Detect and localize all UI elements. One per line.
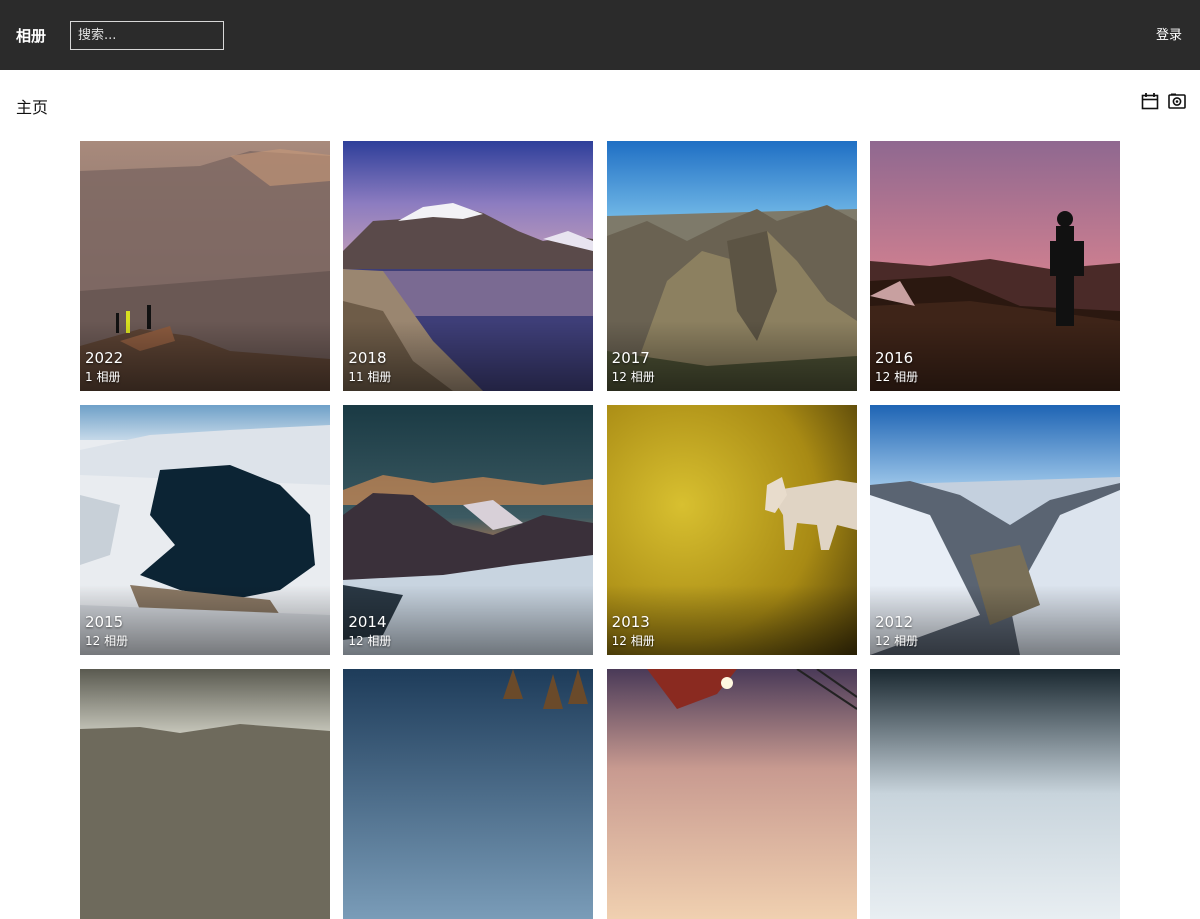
search-input[interactable] (70, 20, 224, 50)
album-year: 2016 (874, 349, 914, 367)
album-year: 2013 (611, 613, 650, 631)
album-tile[interactable] (80, 669, 330, 919)
album-count: 12 相册 (348, 634, 392, 648)
app-title[interactable]: 相册 (16, 25, 70, 46)
album-tile[interactable] (606, 669, 857, 919)
album-year: 2014 (348, 613, 387, 631)
album-tile[interactable]: 2018 11 相册 (343, 141, 594, 391)
album-cover-image (80, 669, 330, 919)
album-tile[interactable]: 2015 12 相册 (80, 405, 330, 655)
album-tile[interactable] (343, 669, 594, 919)
album-count: 12 相册 (611, 370, 655, 384)
top-navigation-bar: 相册 登录 (0, 0, 1200, 70)
breadcrumb-bar: 主页 (0, 70, 1200, 136)
album-year: 2022 (85, 349, 124, 367)
album-cover-image (606, 669, 857, 919)
album-grid: 2022 1 相册 2018 11 相册 2017 12 相册 2016 12 … (80, 141, 1120, 919)
album-count: 12 相册 (874, 370, 919, 384)
album-count: 1 相册 (85, 370, 121, 384)
album-count: 12 相册 (85, 634, 129, 648)
album-count: 12 相册 (611, 634, 655, 648)
album-tile[interactable]: 2017 12 相册 (606, 141, 857, 391)
album-count: 11 相册 (348, 370, 392, 384)
view-toolbar (1141, 92, 1186, 110)
album-tile[interactable]: 2022 1 相册 (80, 141, 330, 391)
album-cover-image (343, 669, 594, 919)
calendar-icon[interactable] (1141, 92, 1159, 110)
album-year: 2018 (348, 349, 387, 367)
album-year: 2017 (611, 349, 650, 367)
album-tile[interactable]: 2013 12 相册 (606, 405, 857, 655)
album-tile[interactable]: 2016 12 相册 (869, 141, 1120, 391)
photo-icon[interactable] (1168, 92, 1186, 110)
album-count: 12 相册 (874, 634, 919, 648)
album-tile[interactable]: 2012 12 相册 (869, 405, 1120, 655)
album-tile[interactable] (869, 669, 1120, 919)
album-year: 2012 (874, 613, 914, 631)
album-cover-image (869, 669, 1120, 919)
login-link[interactable]: 登录 (1156, 24, 1182, 43)
breadcrumb-home[interactable]: 主页 (16, 94, 48, 118)
album-year: 2015 (85, 613, 124, 631)
album-tile[interactable]: 2014 12 相册 (343, 405, 594, 655)
